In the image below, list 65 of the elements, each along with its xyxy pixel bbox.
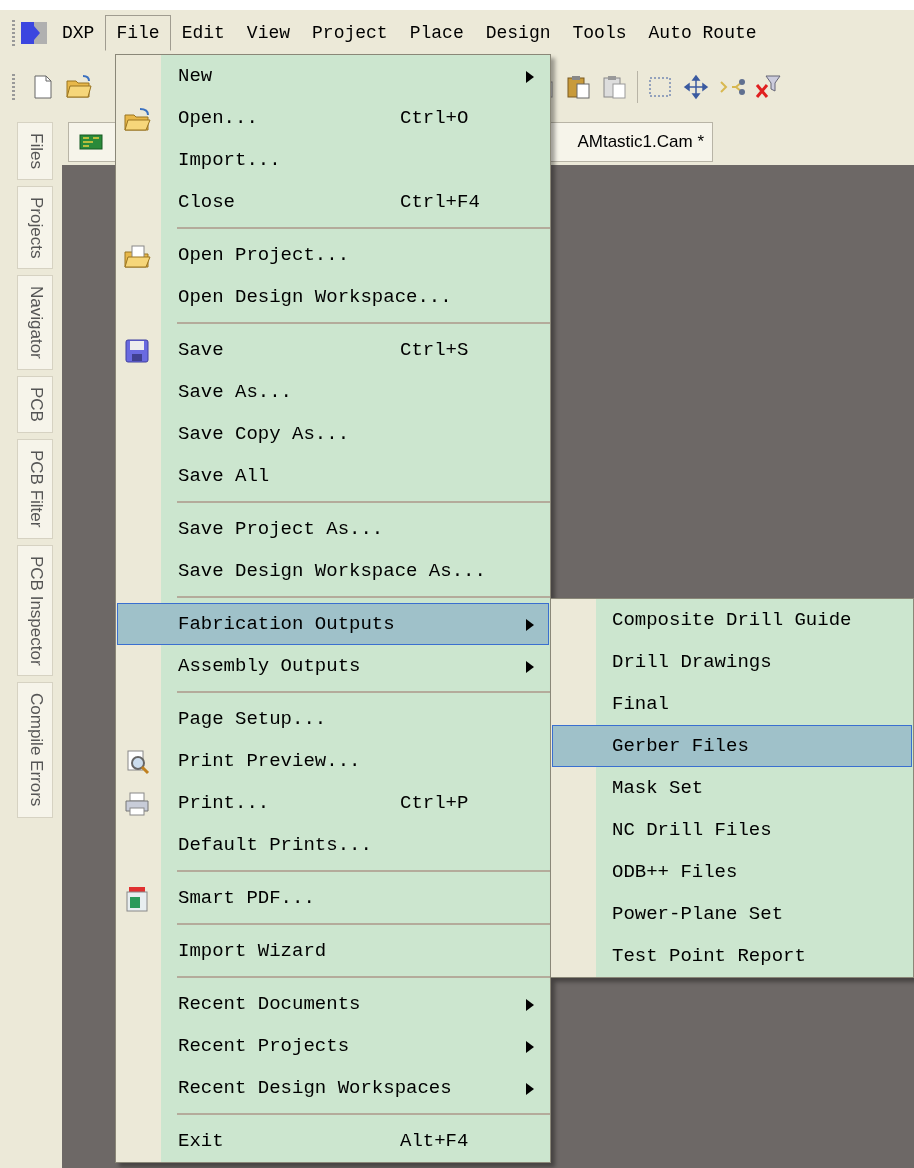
menu-item[interactable]: Import... xyxy=(117,139,549,181)
menu-item[interactable]: Page Setup... xyxy=(117,698,549,740)
menu-item[interactable]: Test Point Report xyxy=(552,935,912,977)
panel-tab[interactable]: Projects xyxy=(17,185,53,270)
menu-item[interactable]: Save All xyxy=(117,455,549,497)
submenu-arrow-icon xyxy=(526,999,534,1011)
menu-item[interactable]: Auto Route xyxy=(637,14,768,51)
menu-item[interactable]: Recent Design Workspaces xyxy=(117,1067,549,1109)
menu-item[interactable]: ODB++ Files xyxy=(552,851,912,893)
menu-item[interactable]: Recent Documents xyxy=(117,983,549,1025)
move-icon[interactable] xyxy=(682,72,710,101)
printer-icon xyxy=(123,790,151,818)
open-folder-icon xyxy=(123,105,151,133)
menu-item[interactable]: Smart PDF... xyxy=(117,877,549,919)
submenu-arrow-icon xyxy=(526,1083,534,1095)
panel-tab[interactable]: PCB Inspector xyxy=(17,544,53,677)
menu-item[interactable]: Mask Set xyxy=(552,767,912,809)
menu-item[interactable]: Drill Drawings xyxy=(552,641,912,683)
circuit-board-icon xyxy=(79,131,103,152)
logo-icon[interactable] xyxy=(21,19,47,46)
panel-tab[interactable]: Files xyxy=(17,122,53,180)
panel-tab[interactable]: PCB xyxy=(17,376,53,434)
menu-item[interactable]: Exit Alt+F4 xyxy=(117,1120,549,1162)
menu-item[interactable]: Open Design Workspace... xyxy=(117,276,549,318)
panel-tab[interactable]: Compile Errors xyxy=(17,682,53,818)
menu-item[interactable]: Save Project As... xyxy=(117,508,549,550)
panel-tab[interactable]: Navigator xyxy=(17,275,53,371)
menu-item[interactable]: Project xyxy=(301,14,399,51)
submenu-arrow-icon xyxy=(526,1041,534,1053)
menu-item[interactable]: Tools xyxy=(561,14,638,51)
menu-item[interactable]: Save Design Workspace As... xyxy=(117,550,549,592)
menu-item[interactable]: Design xyxy=(474,14,562,51)
menu-item[interactable]: Default Prints... xyxy=(117,824,549,866)
menu-item[interactable]: Recent Projects xyxy=(117,1025,549,1067)
submenu-arrow-icon xyxy=(526,661,534,673)
menu-item[interactable]: Power-Plane Set xyxy=(552,893,912,935)
document-tab-title: AMtastic1.Cam * xyxy=(577,131,704,152)
menu-item[interactable]: Final xyxy=(552,683,912,725)
submenu-arrow-icon xyxy=(526,71,534,83)
menu-item[interactable]: Place xyxy=(398,14,475,51)
project-folder-icon xyxy=(123,242,151,270)
menu-item[interactable]: Fabrication Outputs xyxy=(117,603,549,645)
menu-item[interactable]: Composite Drill Guide xyxy=(552,599,912,641)
menu-item[interactable]: Close Ctrl+F4 xyxy=(117,181,549,223)
panel-tab[interactable]: PCB Filter xyxy=(17,439,53,539)
menu-item[interactable]: DXP xyxy=(51,14,106,51)
menu-item[interactable]: Assembly Outputs xyxy=(117,645,549,687)
pdf-document-icon xyxy=(123,885,151,913)
submenu-arrow-icon xyxy=(526,619,534,631)
menu-item[interactable]: New xyxy=(117,55,549,97)
menu-item[interactable]: Print... Ctrl+P xyxy=(117,782,549,824)
folder-icon[interactable] xyxy=(65,72,93,101)
menu-item[interactable]: Edit xyxy=(170,14,236,51)
menu-item[interactable]: File xyxy=(105,14,171,51)
menu-item[interactable]: Print Preview... xyxy=(117,740,549,782)
menu-item[interactable]: NC Drill Files xyxy=(552,809,912,851)
menu-item[interactable]: Save Ctrl+S xyxy=(117,329,549,371)
clear-filter-icon[interactable] xyxy=(754,72,782,101)
menu-item[interactable]: Gerber Files xyxy=(552,725,912,767)
menu-item[interactable]: Import Wizard xyxy=(117,930,549,972)
menu-item[interactable]: Open Project... xyxy=(117,234,549,276)
menu-item[interactable]: View xyxy=(235,14,302,51)
menu-item[interactable]: Save As... xyxy=(117,371,549,413)
menu-item[interactable]: Save Copy As... xyxy=(117,413,549,455)
menu-item[interactable]: Open... Ctrl+O xyxy=(117,97,549,139)
